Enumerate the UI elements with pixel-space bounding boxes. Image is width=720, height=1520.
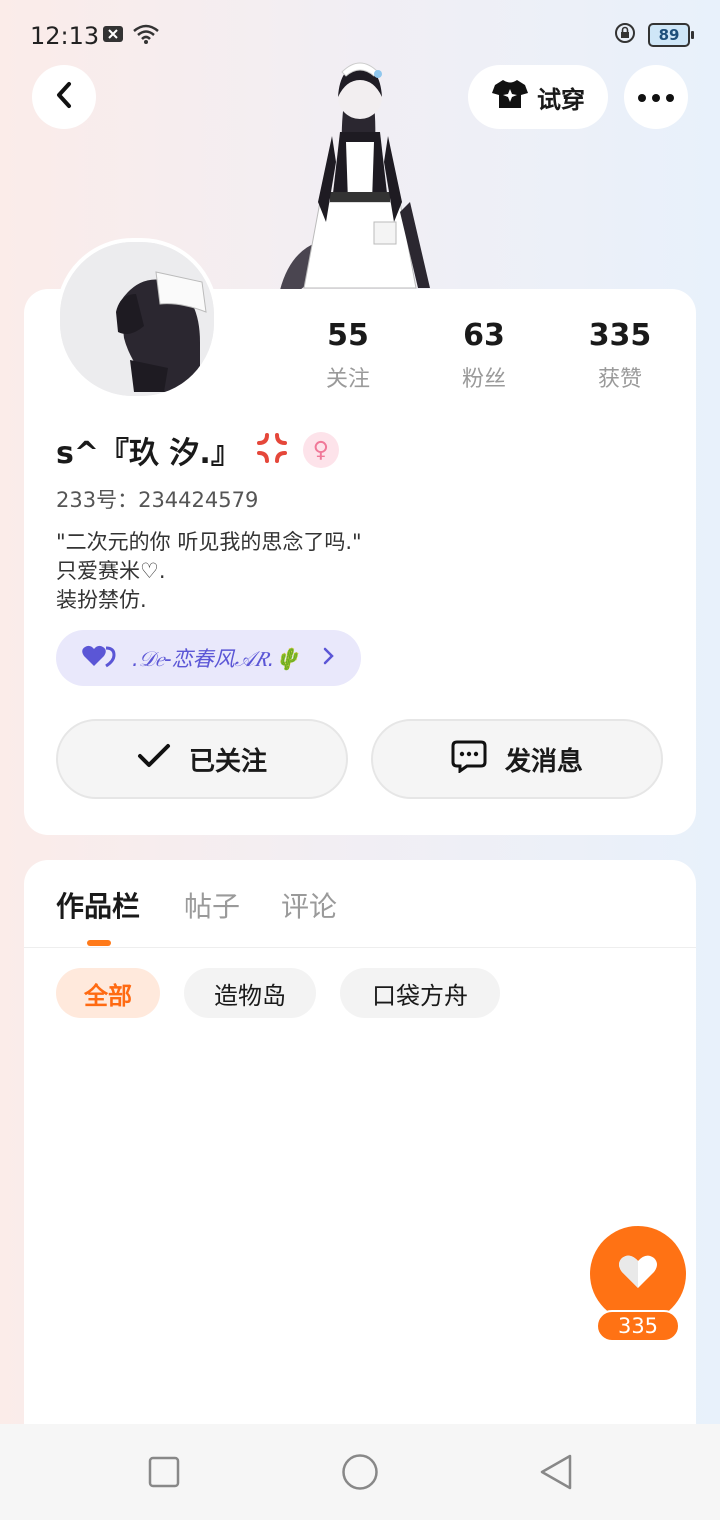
- followed-button[interactable]: 已关注: [56, 719, 348, 799]
- female-icon: ♀: [302, 432, 339, 468]
- stat-likes[interactable]: 335 获赞: [560, 318, 680, 393]
- status-time: 12:13: [30, 22, 100, 50]
- bio-line: "二次元的你 听见我的思念了吗.": [56, 530, 362, 554]
- tab-divider: [24, 947, 696, 948]
- message-label: 发消息: [504, 746, 583, 777]
- bio: "二次元的你 听见我的思念了吗." 只爱赛米♡. 装扮禁仿.: [56, 528, 362, 615]
- stat-followers[interactable]: 63 粉丝: [424, 318, 544, 393]
- bio-line: 装扮禁仿.: [56, 588, 147, 612]
- try-on-button[interactable]: 试穿: [468, 65, 608, 129]
- likes-count: 335: [588, 318, 652, 353]
- check-icon: [137, 743, 171, 776]
- wifi-icon: [132, 24, 160, 48]
- content-card: [24, 860, 696, 1430]
- username: s^『玖 汐.』: [56, 436, 241, 471]
- stat-following[interactable]: 55 关注: [288, 318, 408, 393]
- group-name: .𝒟𝑒-恋春风𝒜𝑅.🌵: [132, 647, 301, 671]
- like-count-badge: 335: [596, 1310, 680, 1342]
- navigation-bar: [0, 1424, 720, 1520]
- battery-icon: 89: [648, 23, 694, 47]
- like-button[interactable]: [590, 1226, 686, 1322]
- filter-chip-pocket-ark[interactable]: 口袋方舟: [340, 968, 500, 1018]
- followers-count: 63: [463, 318, 505, 353]
- tab-comments[interactable]: 评论: [281, 885, 337, 925]
- chat-bubble-icon: [451, 739, 487, 780]
- back-nav-icon[interactable]: [538, 1453, 574, 1495]
- double-heart-icon: [82, 644, 116, 672]
- bio-line: 只爱赛米♡.: [56, 559, 166, 583]
- username-row: s^『玖 汐.』 ♀: [56, 428, 339, 472]
- more-dots-icon: [637, 88, 675, 107]
- group-badge-link[interactable]: .𝒟𝑒-恋春风𝒜𝑅.🌵: [56, 630, 361, 686]
- chevron-left-icon: [52, 80, 76, 114]
- filter-chip-creation-island[interactable]: 造物岛: [184, 968, 316, 1018]
- followed-label: 已关注: [188, 746, 267, 777]
- tab-indicator: [87, 940, 111, 946]
- recent-apps-icon[interactable]: [148, 1456, 180, 1492]
- filter-chip-all[interactable]: 全部: [56, 968, 160, 1018]
- character-illustration: [270, 52, 450, 290]
- try-on-label: 试穿: [537, 85, 585, 114]
- back-button[interactable]: [32, 65, 96, 129]
- following-label: 关注: [325, 367, 370, 392]
- tab-posts[interactable]: 帖子: [184, 885, 240, 925]
- user-id: 233号：234424579: [56, 488, 259, 512]
- likes-label: 获赞: [597, 367, 642, 392]
- avatar[interactable]: [56, 238, 218, 400]
- followers-label: 粉丝: [461, 367, 506, 392]
- rotation-lock-icon: [614, 22, 636, 48]
- following-count: 55: [327, 318, 369, 353]
- tab-works[interactable]: 作品栏: [56, 885, 140, 925]
- chevron-right-icon: [322, 647, 335, 669]
- home-icon[interactable]: [341, 1453, 379, 1495]
- tshirt-sparkle-icon: [491, 78, 529, 116]
- message-button[interactable]: 发消息: [371, 719, 663, 799]
- notification-x-icon: [102, 25, 124, 47]
- anger-icon: [253, 429, 291, 471]
- more-button[interactable]: [624, 65, 688, 129]
- heart-icon: [618, 1254, 658, 1294]
